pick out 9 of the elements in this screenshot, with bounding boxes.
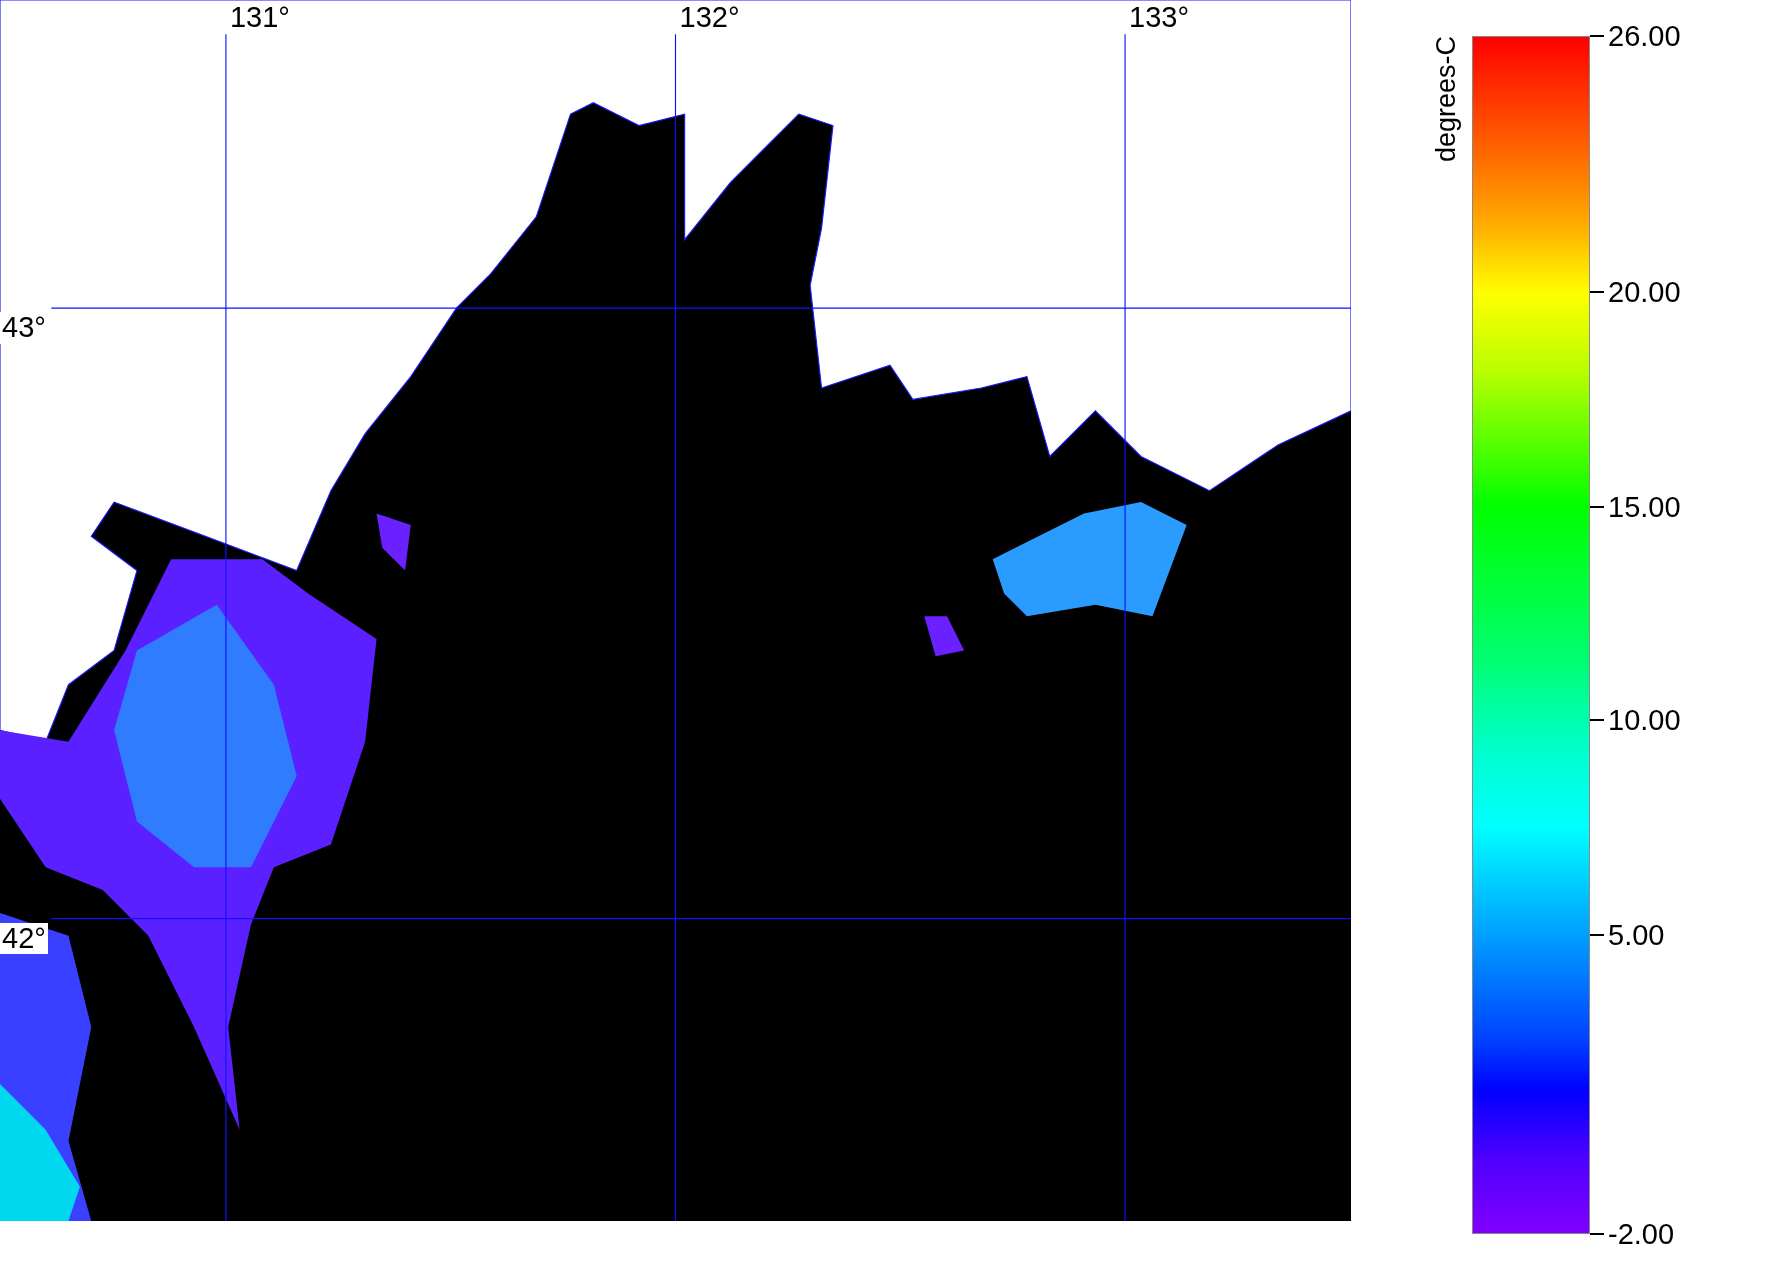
colorbar-tick-label: 10.00 [1608,703,1681,737]
colorbar-tick-label: -2.00 [1608,1217,1675,1251]
colorbar-tick-label: 26.00 [1608,19,1681,53]
colorbar-unit-label: degrees-C [1431,36,1462,165]
latitude-label: 42° [0,922,48,955]
colorbar-tick-label: 15.00 [1608,490,1681,524]
colorbar-tick-label: 20.00 [1608,275,1681,309]
colorbar-tick-label: 5.00 [1608,918,1665,951]
latitude-label: 43° [0,312,48,344]
